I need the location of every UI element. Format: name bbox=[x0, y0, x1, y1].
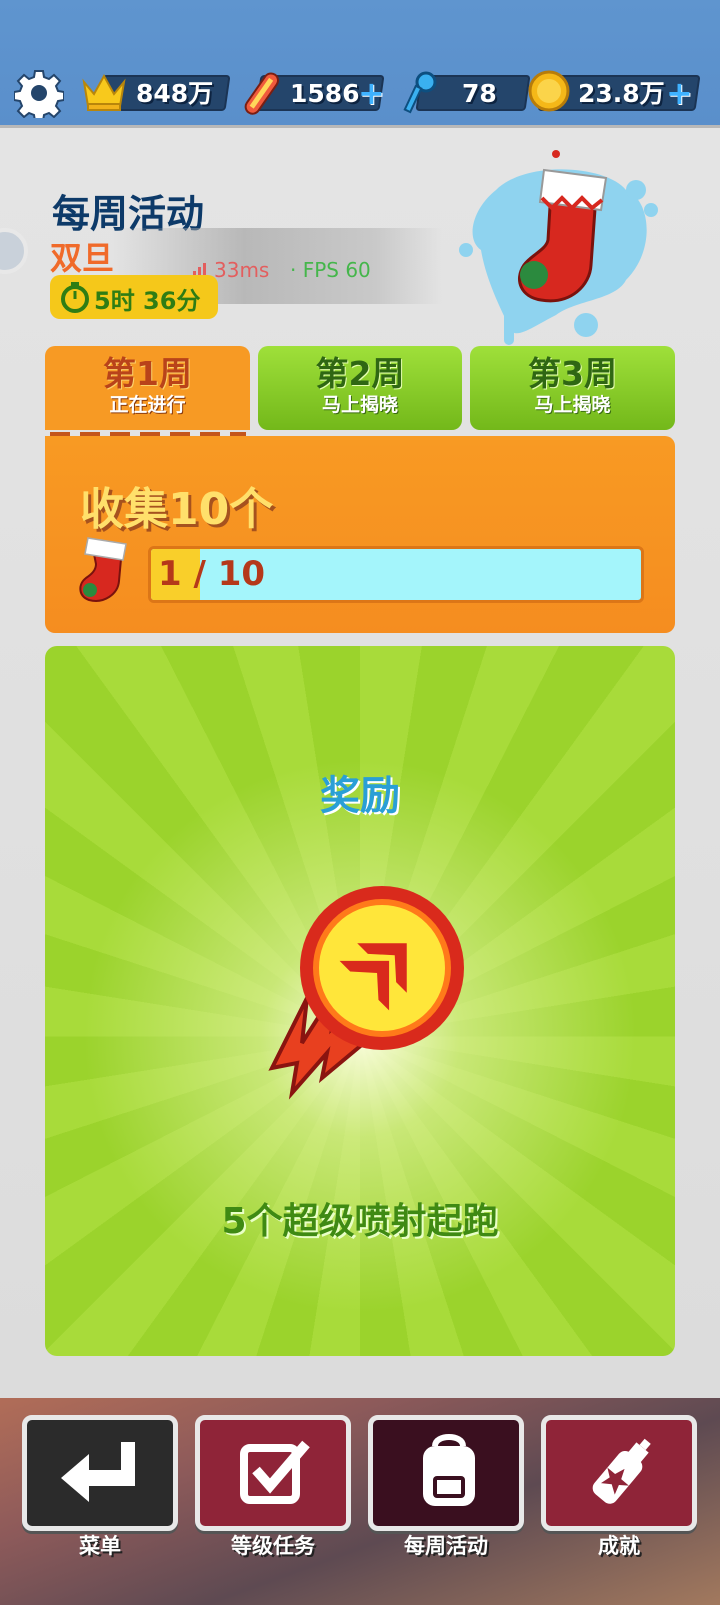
timer-text: 5时 36分 bbox=[94, 287, 201, 315]
tab-week-1-title: 第1周 bbox=[103, 354, 192, 393]
key-count: 78 bbox=[462, 79, 497, 108]
reward-title: 奖励 bbox=[320, 773, 400, 819]
return-arrow-icon bbox=[61, 1442, 135, 1502]
add-boards-button[interactable]: + bbox=[358, 77, 385, 109]
nav-achievements-button[interactable] bbox=[541, 1415, 697, 1531]
key-icon bbox=[403, 71, 437, 114]
tab-week-2[interactable]: 第2周 马上揭晓 bbox=[258, 346, 462, 430]
board-count: 1586 bbox=[290, 79, 360, 108]
coin-count: 23.8万 bbox=[578, 79, 665, 108]
latency-readout: 33ms bbox=[214, 258, 270, 282]
goal-title: 收集10个 bbox=[80, 484, 274, 535]
coin-icon bbox=[528, 70, 570, 112]
nav-achievements-label: 成就 bbox=[598, 1534, 640, 1558]
backpack-icon bbox=[423, 1434, 475, 1506]
nav-weekly-event-button[interactable] bbox=[368, 1415, 524, 1531]
hoverboard-icon bbox=[244, 72, 279, 115]
nav-menu-button[interactable] bbox=[22, 1415, 178, 1531]
progress-text: 1 / 10 bbox=[158, 554, 266, 594]
crown-count: 848万 bbox=[136, 79, 214, 108]
gear-icon[interactable] bbox=[14, 68, 64, 118]
event-subtitle: 双旦 bbox=[50, 239, 115, 277]
stocking-icon bbox=[459, 150, 658, 345]
nav-weekly-event-label: 每周活动 bbox=[404, 1534, 488, 1558]
crown-icon bbox=[82, 73, 126, 111]
tab-week-2-title: 第2周 bbox=[315, 354, 405, 393]
nav-level-tasks-label: 等级任务 bbox=[231, 1534, 315, 1558]
reward-description: 5个超级喷射起跑 bbox=[221, 1201, 499, 1242]
fps-readout: · FPS 60 bbox=[290, 258, 371, 282]
tab-week-1[interactable]: 第1周 正在进行 bbox=[45, 346, 250, 430]
checkbox-icon bbox=[240, 1440, 310, 1504]
tab-week-1-status: 正在进行 bbox=[109, 394, 186, 416]
nav-level-tasks-button[interactable] bbox=[195, 1415, 351, 1531]
tab-week-3-status: 马上揭晓 bbox=[534, 394, 611, 416]
tab-week-2-status: 马上揭晓 bbox=[321, 394, 398, 416]
spray-can-icon bbox=[592, 1438, 651, 1504]
add-coins-button[interactable]: + bbox=[666, 77, 693, 109]
stocking-small-icon bbox=[79, 537, 127, 602]
tab-week-3[interactable]: 第3周 马上揭晓 bbox=[470, 346, 675, 430]
stopwatch-icon bbox=[61, 282, 89, 313]
tab-week-3-title: 第3周 bbox=[528, 354, 617, 393]
nav-menu-label: 菜单 bbox=[79, 1534, 121, 1558]
super-jet-start-icon bbox=[268, 886, 464, 1100]
